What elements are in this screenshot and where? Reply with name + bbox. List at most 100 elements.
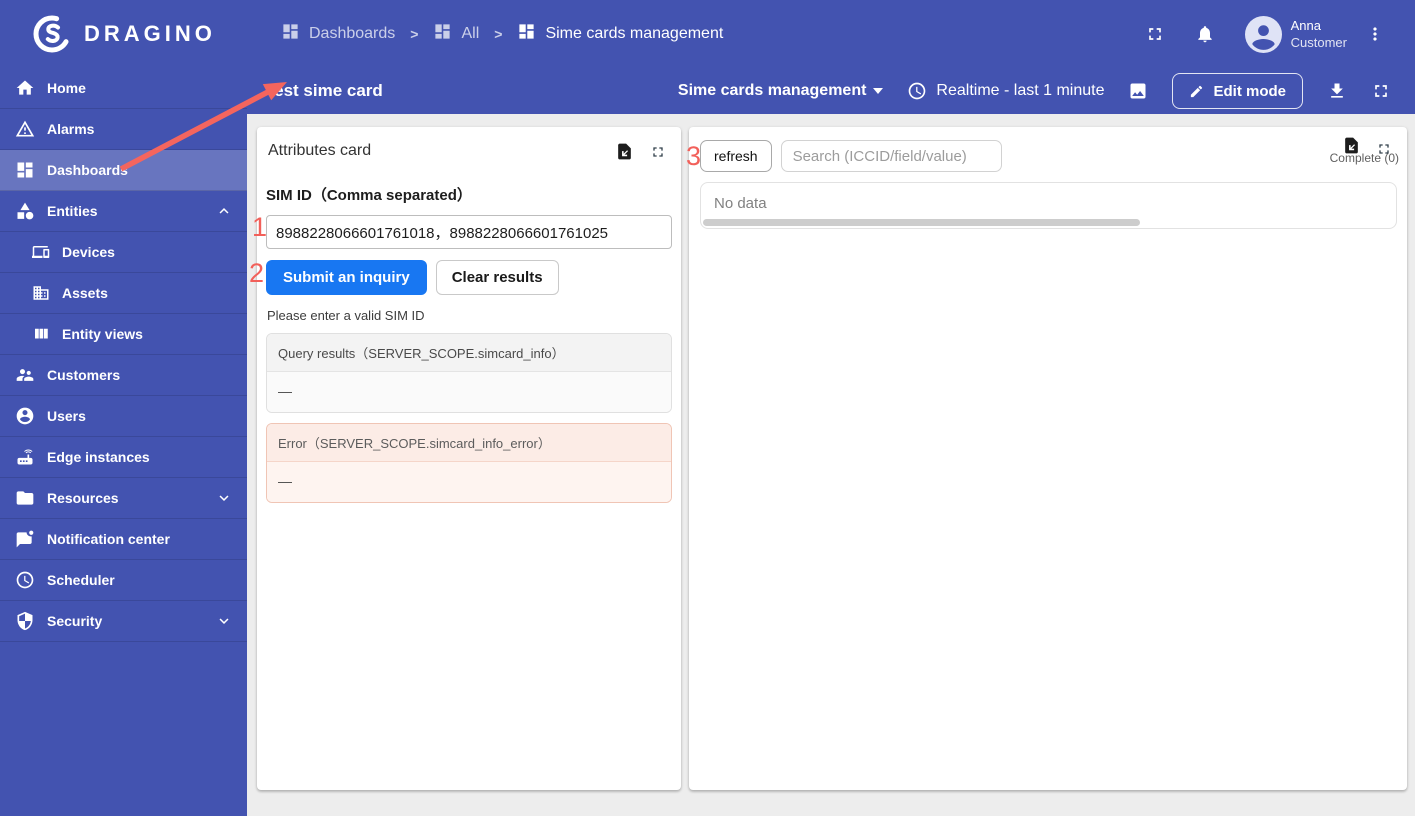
- chevron-down-icon[interactable]: [215, 612, 233, 630]
- results-controls: refresh Complete (0): [689, 127, 1407, 172]
- app-root: DRAGINO Dashboards > All > Sime cards ma…: [0, 0, 1415, 816]
- sidebar-item-label: Alarms: [47, 121, 95, 137]
- query-results-value: —: [267, 372, 671, 412]
- sidebar-item-dashboards[interactable]: Dashboards: [0, 150, 247, 191]
- export-widget-data-icon[interactable]: [615, 142, 634, 161]
- breadcrumb-dashboards[interactable]: Dashboards: [281, 22, 395, 46]
- no-data-panel: No data: [700, 182, 1397, 229]
- timewindow-button[interactable]: Realtime - last 1 minute: [907, 81, 1104, 101]
- sidebar-item-security[interactable]: Security: [0, 601, 247, 642]
- annotation-step-3: 3: [686, 141, 702, 171]
- user-info[interactable]: Anna Customer: [1291, 17, 1347, 51]
- avatar[interactable]: [1244, 15, 1282, 53]
- users-icon: [15, 406, 35, 426]
- sidebar-item-label: Users: [47, 408, 86, 424]
- submit-inquiry-button[interactable]: Submit an inquiry: [266, 260, 427, 295]
- breadcrumb-all[interactable]: All: [433, 22, 479, 46]
- home-icon: [15, 78, 35, 98]
- sidebar-item-edge-instances[interactable]: Edge instances: [0, 437, 247, 478]
- sidebar-item-alarms[interactable]: Alarms: [0, 109, 247, 150]
- edge-instances-icon: [15, 447, 35, 467]
- no-data-label: No data: [714, 195, 767, 212]
- attributes-card-header: Attributes card: [257, 127, 681, 161]
- sidebar-item-home[interactable]: Home: [0, 68, 247, 109]
- devices-icon: [32, 243, 50, 261]
- breadcrumb-current: Sime cards management: [517, 22, 723, 46]
- attributes-card: Attributes card SIM ID（Comma separated） …: [257, 127, 681, 790]
- security-icon: [15, 611, 35, 631]
- dashboard-icon: [281, 22, 300, 46]
- sidebar-item-label: Entity views: [62, 326, 143, 342]
- error-results-box: Error（SERVER_SCOPE.simcard_info_error） —: [266, 423, 672, 503]
- sim-results-card: refresh Complete (0) No data: [689, 127, 1407, 790]
- dashboards-icon: [15, 160, 35, 180]
- dashboard-icon: [517, 22, 536, 46]
- sidebar-item-label: Assets: [62, 285, 108, 301]
- alarms-icon: [15, 119, 35, 139]
- sidebar-item-users[interactable]: Users: [0, 396, 247, 437]
- dashboard-icon: [433, 22, 452, 46]
- resources-icon: [15, 488, 35, 508]
- attributes-card-title: Attributes card: [268, 142, 372, 159]
- sim-id-hint: Please enter a valid SIM ID: [267, 308, 425, 323]
- kebab-menu-icon[interactable]: [1365, 24, 1385, 44]
- download-icon[interactable]: [1327, 81, 1347, 101]
- sidebar-item-assets[interactable]: Assets: [0, 273, 247, 314]
- sidebar-item-label: Dashboards: [47, 162, 128, 178]
- caret-down-icon: [873, 88, 884, 94]
- sidebar-item-label: Notification center: [47, 531, 170, 547]
- dragino-swirl-icon: [30, 12, 74, 56]
- top-header: DRAGINO Dashboards > All > Sime cards ma…: [0, 0, 1415, 68]
- breadcrumb-separator: >: [494, 26, 503, 42]
- sidebar-item-devices[interactable]: Devices: [0, 232, 247, 273]
- sidebar-item-scheduler[interactable]: Scheduler: [0, 560, 247, 601]
- sidebar-item-entity-views[interactable]: Entity views: [0, 314, 247, 355]
- breadcrumb-separator: >: [410, 26, 419, 42]
- header-actions: Anna Customer: [1145, 15, 1415, 53]
- edit-mode-button[interactable]: Edit mode: [1172, 73, 1303, 109]
- sidebar-item-label: Devices: [62, 244, 115, 260]
- widget-fullscreen-icon[interactable]: [1376, 141, 1392, 157]
- user-name: Anna: [1290, 18, 1322, 33]
- sidebar-item-notification-center[interactable]: Notification center: [0, 519, 247, 560]
- user-avatar-icon: [1245, 16, 1282, 53]
- sidebar-item-label: Edge instances: [47, 449, 150, 465]
- sidebar-item-label: Scheduler: [47, 572, 115, 588]
- sidebar-item-customers[interactable]: Customers: [0, 355, 247, 396]
- fullscreen-icon[interactable]: [1145, 24, 1165, 44]
- dashboard-toolbar: Test sime card Sime cards management Rea…: [247, 68, 1415, 114]
- sim-id-input[interactable]: [266, 215, 672, 249]
- entities-icon: [15, 201, 35, 221]
- brand-logo[interactable]: DRAGINO: [0, 0, 247, 68]
- clear-results-button[interactable]: Clear results: [435, 260, 559, 295]
- image-gallery-icon[interactable]: [1128, 81, 1148, 101]
- sidebar-item-entities[interactable]: Entities: [0, 191, 247, 232]
- sidebar-item-resources[interactable]: Resources: [0, 478, 247, 519]
- query-results-label: Query results（SERVER_SCOPE.simcard_info）: [267, 334, 671, 372]
- widget-fullscreen-icon[interactable]: [650, 144, 666, 160]
- chevron-down-icon[interactable]: [215, 489, 233, 507]
- error-value: —: [267, 462, 671, 502]
- customers-icon: [15, 365, 35, 385]
- sidebar-item-label: Resources: [47, 490, 119, 506]
- chevron-up-icon[interactable]: [215, 202, 233, 220]
- pencil-icon: [1189, 84, 1204, 99]
- sidebar-item-label: Security: [47, 613, 103, 629]
- refresh-button[interactable]: refresh: [700, 140, 772, 172]
- sidebar-item-label: Customers: [47, 367, 121, 383]
- horizontal-scrollbar[interactable]: [703, 219, 1140, 226]
- notifications-bell-icon[interactable]: [1195, 24, 1215, 44]
- sidebar-item-label: Entities: [47, 203, 98, 219]
- toolbar-actions: Sime cards management Realtime - last 1 …: [678, 73, 1415, 109]
- scheduler-icon: [15, 570, 35, 590]
- sidebar-item-label: Home: [47, 80, 86, 96]
- export-widget-data-icon[interactable]: [1342, 136, 1361, 155]
- page-title: Test sime card: [265, 81, 383, 100]
- error-label: Error（SERVER_SCOPE.simcard_info_error）: [267, 424, 671, 462]
- dashboard-fullscreen-icon[interactable]: [1371, 81, 1391, 101]
- clock-icon: [907, 81, 927, 101]
- breadcrumb: Dashboards > All > Sime cards management: [247, 22, 723, 46]
- search-input[interactable]: [780, 140, 1002, 172]
- sidebar-nav: Home Alarms Dashboards Entities Devices Asset…: [0, 68, 247, 816]
- dashboard-state-select[interactable]: Sime cards management: [678, 82, 884, 100]
